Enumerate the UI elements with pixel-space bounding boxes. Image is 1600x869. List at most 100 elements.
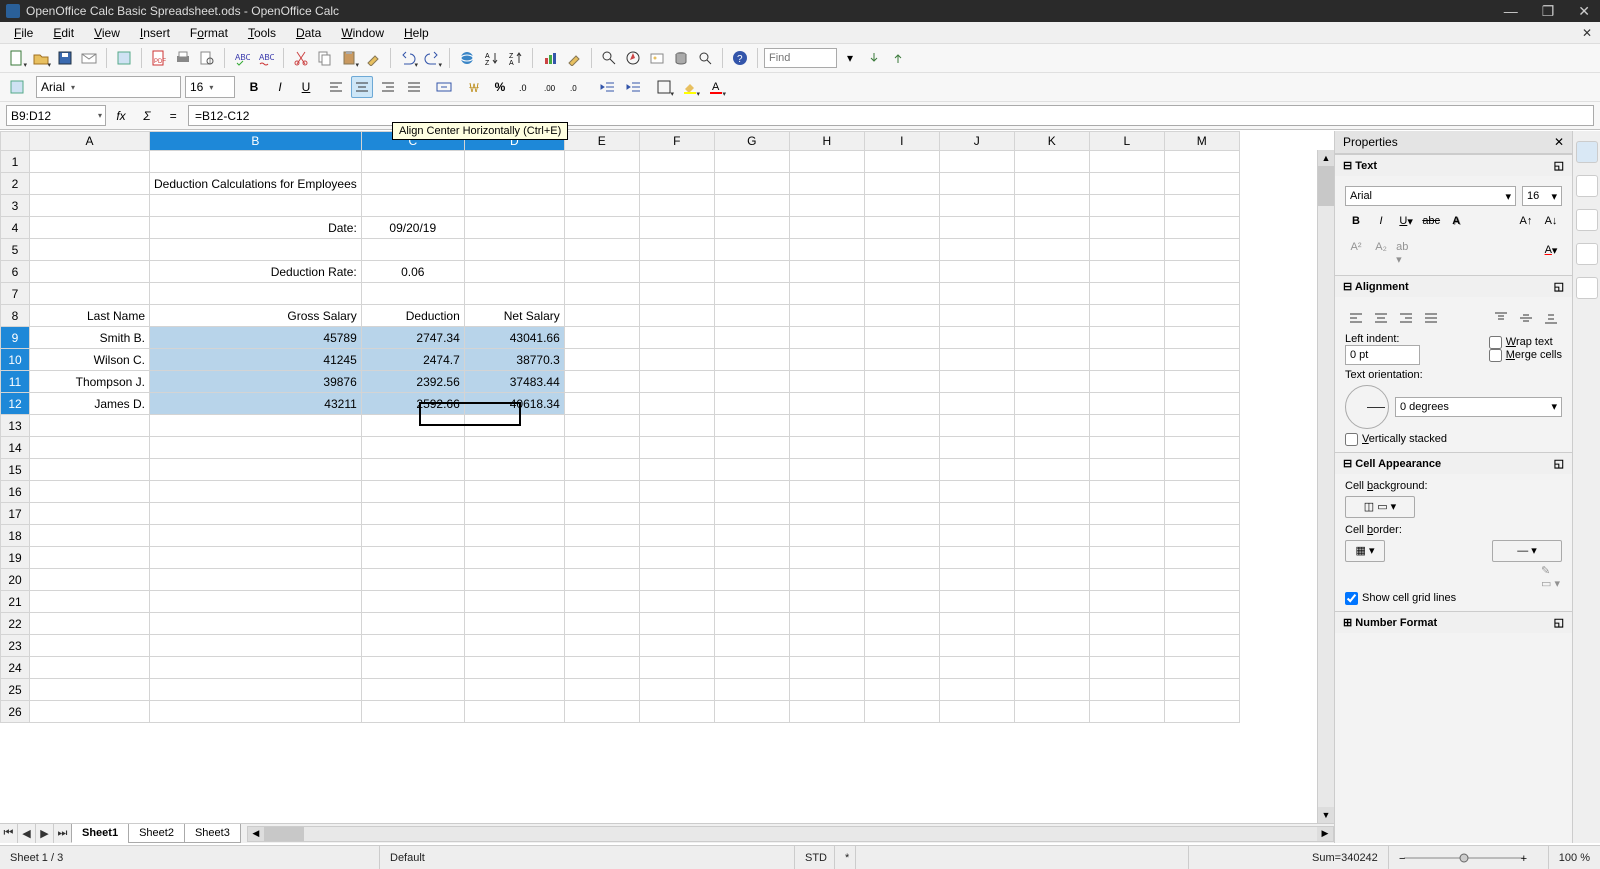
cell-A8[interactable]: Last Name: [30, 305, 150, 327]
cell-A20[interactable]: [30, 569, 150, 591]
panel-font-combo[interactable]: Arial▾: [1345, 186, 1516, 206]
cell-A14[interactable]: [30, 437, 150, 459]
cell-bg-picker[interactable]: ◫ ▭ ▾: [1345, 496, 1415, 518]
section-alignment-header[interactable]: ⊟ Alignment◱: [1335, 276, 1572, 297]
cell-C23[interactable]: [361, 635, 464, 657]
cell-B17[interactable]: [150, 503, 362, 525]
panel-valign-bot-icon[interactable]: [1540, 307, 1562, 329]
cell-H8[interactable]: [789, 305, 864, 327]
cell-I23[interactable]: [864, 635, 939, 657]
panel-strike-icon[interactable]: abc: [1420, 210, 1442, 232]
cell-E26[interactable]: [564, 701, 639, 723]
cell-L17[interactable]: [1089, 503, 1164, 525]
row-header-8[interactable]: 8: [1, 305, 30, 327]
cell-C19[interactable]: [361, 547, 464, 569]
status-insertmode[interactable]: STD: [795, 846, 835, 869]
section-appearance-header[interactable]: ⊟ Cell Appearance◱: [1335, 453, 1572, 474]
cell-A22[interactable]: [30, 613, 150, 635]
panel-halign-justify-icon[interactable]: [1420, 307, 1442, 329]
cell-J9[interactable]: [939, 327, 1014, 349]
undo-icon[interactable]: ▾: [397, 47, 419, 69]
currency-icon[interactable]: ￦: [463, 76, 485, 98]
cell-F12[interactable]: [639, 393, 714, 415]
cell-J14[interactable]: [939, 437, 1014, 459]
row-header-13[interactable]: 13: [1, 415, 30, 437]
sidebar-tab-functions[interactable]: [1576, 277, 1598, 299]
cell-E16[interactable]: [564, 481, 639, 503]
cell-A15[interactable]: [30, 459, 150, 481]
panel-fontcolor-icon[interactable]: A ▾: [1540, 239, 1562, 261]
sidebar-tab-properties[interactable]: [1576, 141, 1598, 163]
cell-L7[interactable]: [1089, 283, 1164, 305]
document-close-button[interactable]: ✕: [1582, 26, 1592, 40]
cell-M4[interactable]: [1164, 217, 1239, 239]
wrap-text-checkbox[interactable]: Wrap text: [1489, 336, 1562, 349]
cell-C1[interactable]: [361, 151, 464, 173]
cell-H22[interactable]: [789, 613, 864, 635]
cell-B7[interactable]: [150, 283, 362, 305]
edit-mode-icon[interactable]: [113, 47, 135, 69]
menu-format[interactable]: Format: [180, 24, 238, 42]
cell-H11[interactable]: [789, 371, 864, 393]
cell-H2[interactable]: [789, 173, 864, 195]
cell-H14[interactable]: [789, 437, 864, 459]
panel-fontsize-combo[interactable]: 16▾: [1522, 186, 1562, 206]
cell-K7[interactable]: [1014, 283, 1089, 305]
col-header-I[interactable]: I: [864, 132, 939, 151]
find-toolbar-input[interactable]: [764, 48, 837, 68]
cell-C25[interactable]: [361, 679, 464, 701]
menu-view[interactable]: View: [84, 24, 130, 42]
section-number-header[interactable]: ⊞ Number Format◱: [1335, 612, 1572, 633]
cell-K5[interactable]: [1014, 239, 1089, 261]
cell-C9[interactable]: 2747.34: [361, 327, 464, 349]
cell-H20[interactable]: [789, 569, 864, 591]
cell-K21[interactable]: [1014, 591, 1089, 613]
cell-F16[interactable]: [639, 481, 714, 503]
cell-K18[interactable]: [1014, 525, 1089, 547]
vertically-stacked-checkbox[interactable]: Vertically stacked: [1345, 433, 1562, 446]
open-icon[interactable]: ▾: [30, 47, 52, 69]
menu-window[interactable]: Window: [331, 24, 394, 42]
cell-A6[interactable]: [30, 261, 150, 283]
cell-H9[interactable]: [789, 327, 864, 349]
cell-E22[interactable]: [564, 613, 639, 635]
cell-B23[interactable]: [150, 635, 362, 657]
cell-J8[interactable]: [939, 305, 1014, 327]
cell-L18[interactable]: [1089, 525, 1164, 547]
cell-E25[interactable]: [564, 679, 639, 701]
row-header-2[interactable]: 2: [1, 173, 30, 195]
cell-K19[interactable]: [1014, 547, 1089, 569]
cell-C17[interactable]: [361, 503, 464, 525]
cell-F22[interactable]: [639, 613, 714, 635]
orientation-dial[interactable]: [1345, 385, 1389, 429]
cell-D4[interactable]: [464, 217, 564, 239]
cell-H17[interactable]: [789, 503, 864, 525]
col-header-M[interactable]: M: [1164, 132, 1239, 151]
cell-B10[interactable]: 41245: [150, 349, 362, 371]
paste-icon[interactable]: ▾: [338, 47, 360, 69]
section-text-header[interactable]: ⊟ Text◱: [1335, 155, 1572, 176]
cell-D11[interactable]: 37483.44: [464, 371, 564, 393]
cell-C22[interactable]: [361, 613, 464, 635]
menu-data[interactable]: Data: [286, 24, 331, 42]
cell-B16[interactable]: [150, 481, 362, 503]
panel-halign-center-icon[interactable]: [1370, 307, 1392, 329]
cell-F21[interactable]: [639, 591, 714, 613]
cell-I3[interactable]: [864, 195, 939, 217]
italic-icon[interactable]: I: [269, 76, 291, 98]
cell-L16[interactable]: [1089, 481, 1164, 503]
cell-E15[interactable]: [564, 459, 639, 481]
cell-L11[interactable]: [1089, 371, 1164, 393]
cell-C15[interactable]: [361, 459, 464, 481]
cell-F2[interactable]: [639, 173, 714, 195]
cell-G13[interactable]: [714, 415, 789, 437]
cell-D19[interactable]: [464, 547, 564, 569]
cell-B13[interactable]: [150, 415, 362, 437]
panel-halign-right-icon[interactable]: [1395, 307, 1417, 329]
cell-G14[interactable]: [714, 437, 789, 459]
cell-A9[interactable]: Smith B.: [30, 327, 150, 349]
cell-I2[interactable]: [864, 173, 939, 195]
cell-I1[interactable]: [864, 151, 939, 173]
cell-A1[interactable]: [30, 151, 150, 173]
cell-K6[interactable]: [1014, 261, 1089, 283]
